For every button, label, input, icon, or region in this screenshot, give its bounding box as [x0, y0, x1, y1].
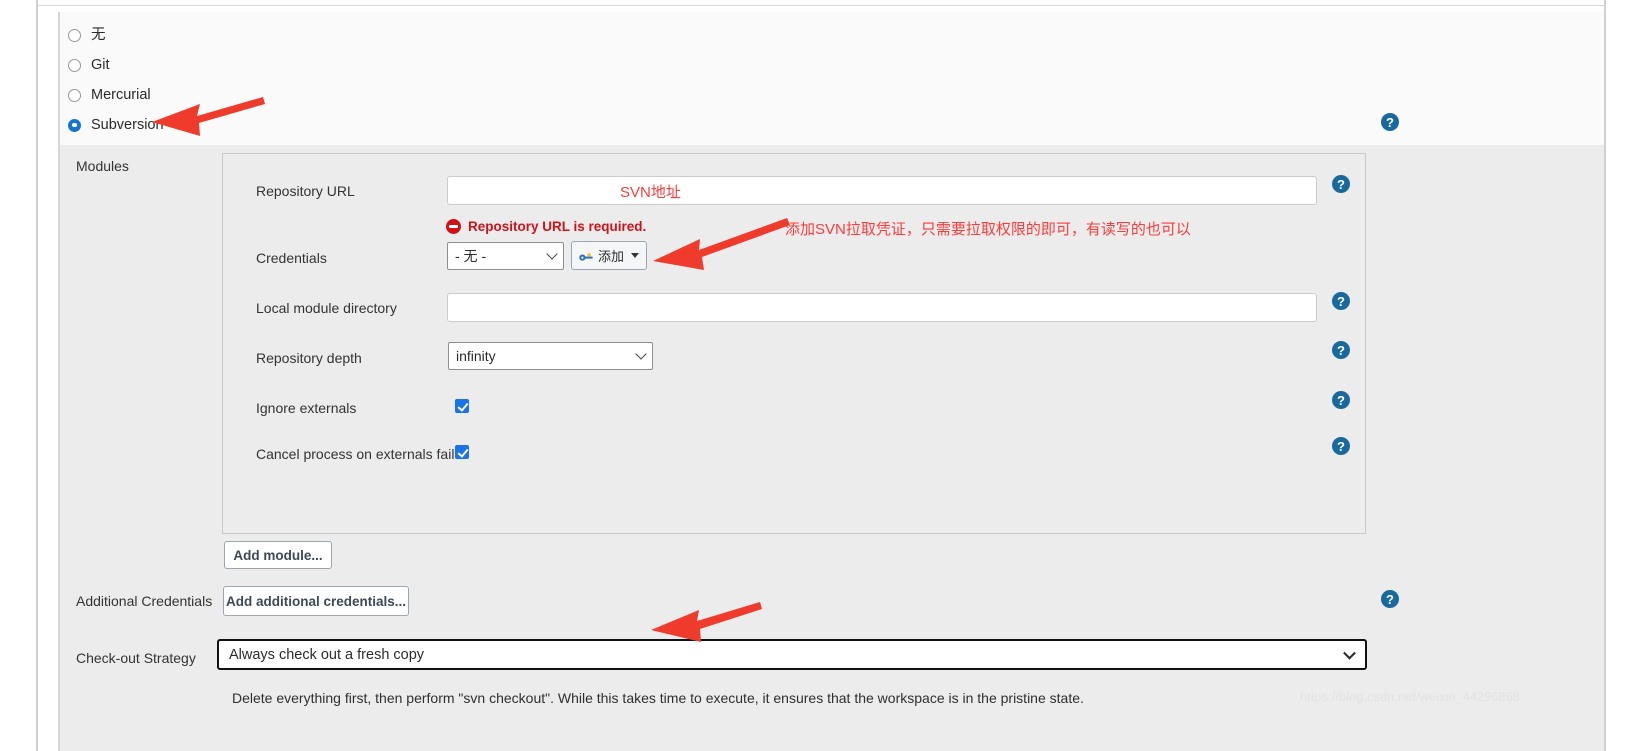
scm-option-mercurial[interactable]: Mercurial — [68, 80, 151, 110]
top-divider — [38, 5, 1606, 6]
chevron-down-icon-credentials — [546, 248, 558, 260]
scm-option-git[interactable]: Git — [68, 50, 110, 80]
annotation-credentials-note: 添加SVN拉取凭证，只需要拉取权限的即可，有读写的也可以 — [785, 221, 1191, 238]
scm-option-label-none: 无 — [91, 26, 106, 43]
local-module-directory-input[interactable] — [447, 293, 1317, 322]
scm-option-none[interactable]: 无 — [68, 20, 106, 50]
annotation-svn-url: SVN地址 — [620, 184, 681, 201]
help-icon-additional-credentials[interactable]: ? — [1381, 590, 1399, 608]
key-icon — [579, 250, 594, 261]
checkout-strategy-select[interactable]: Always check out a fresh copy — [217, 639, 1367, 670]
radio-icon-none[interactable] — [68, 28, 81, 42]
cancel-process-label: Cancel process on externals fail — [256, 446, 455, 462]
help-icon-cancel-process[interactable]: ? — [1332, 437, 1350, 455]
ignore-externals-checkbox[interactable] — [455, 399, 469, 413]
radio-icon-git[interactable] — [68, 58, 81, 72]
help-icon-repository-url[interactable]: ? — [1332, 175, 1350, 193]
ignore-externals-label: Ignore externals — [256, 400, 357, 416]
modules-panel: Repository URL SVN地址 Repository URL is r… — [222, 153, 1366, 534]
right-rail-divider — [1604, 0, 1606, 751]
caret-down-icon-add-credentials — [631, 253, 640, 258]
repository-url-error: Repository URL is required. — [446, 219, 646, 234]
radio-icon-mercurial[interactable] — [68, 88, 81, 102]
add-credentials-button-label: 添加 — [598, 249, 625, 264]
add-additional-credentials-button[interactable]: Add additional credentials... — [223, 586, 409, 616]
add-module-button[interactable]: Add module... — [224, 541, 332, 569]
error-icon — [446, 219, 461, 234]
chevron-down-icon-depth — [635, 348, 647, 360]
jenkins-scm-config-screen: 无 Git Mercurial Subversion ? Modules Rep… — [0, 0, 1647, 751]
local-module-directory-label: Local module directory — [256, 300, 397, 316]
checkout-strategy-label: Check-out Strategy — [76, 650, 196, 666]
cancel-process-checkbox[interactable] — [455, 445, 469, 459]
help-icon-repository-depth[interactable]: ? — [1332, 341, 1350, 359]
help-icon-local-module-directory[interactable]: ? — [1332, 292, 1350, 310]
checkout-strategy-description: Delete everything first, then perform "s… — [232, 690, 1084, 706]
scm-radio-group: 无 Git Mercurial Subversion — [58, 12, 1604, 145]
checkout-strategy-value: Always check out a fresh copy — [229, 646, 425, 663]
additional-credentials-label: Additional Credentials — [76, 593, 213, 609]
repository-url-error-text: Repository URL is required. — [468, 219, 647, 234]
modules-section-label: Modules — [76, 158, 129, 174]
help-icon-ignore-externals[interactable]: ? — [1332, 391, 1350, 409]
repository-url-label: Repository URL — [256, 183, 355, 199]
repository-depth-label: Repository depth — [256, 350, 362, 366]
radio-icon-subversion[interactable] — [68, 118, 81, 132]
help-icon-scm[interactable]: ? — [1381, 113, 1399, 131]
watermark: https://blog.csdn.net/weixin_44296868 — [1300, 690, 1521, 704]
chevron-down-icon-strategy — [1343, 646, 1356, 660]
scm-option-label-git: Git — [91, 56, 110, 73]
scm-option-label-mercurial: Mercurial — [91, 86, 151, 103]
credentials-select[interactable]: - 无 - — [447, 242, 564, 270]
repository-url-input[interactable] — [447, 176, 1317, 205]
repository-depth-select[interactable]: infinity — [448, 342, 653, 370]
scm-option-label-subversion: Subversion — [91, 116, 164, 133]
repository-depth-value: infinity — [456, 348, 496, 364]
add-credentials-button[interactable]: 添加 — [571, 241, 648, 270]
credentials-label: Credentials — [256, 250, 327, 266]
scm-option-subversion[interactable]: Subversion — [68, 110, 164, 140]
credentials-select-value: - 无 - — [455, 248, 487, 264]
